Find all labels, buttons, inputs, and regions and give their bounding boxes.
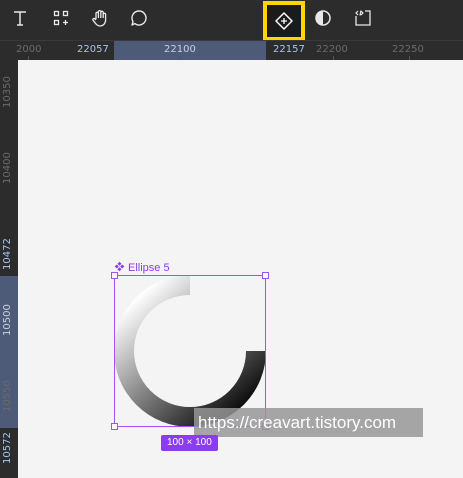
ruler-label: 22200 (316, 44, 348, 55)
horizontal-ruler: 2000 22057 22100 22157 22200 22250 (0, 40, 463, 61)
ruler-label-selection-end: 22157 (273, 44, 305, 55)
ruler-label: 10550 (2, 380, 13, 412)
text-icon (11, 9, 29, 27)
toolbar (0, 0, 463, 41)
resize-handle-bottom-left[interactable] (111, 423, 118, 430)
comment-tool-button[interactable] (123, 4, 155, 32)
dev-mode-tool-button[interactable] (347, 4, 379, 32)
vertical-ruler: 10350 10400 10472 10500 10550 10572 (0, 60, 18, 478)
component-diamond-icon (274, 11, 294, 31)
ruler-label-selection-start: 22057 (77, 44, 109, 55)
hand-icon (90, 8, 110, 28)
resize-handle-top-right[interactable] (262, 272, 269, 279)
ruler-label-selection-start: 10472 (2, 238, 13, 270)
hand-tool-button[interactable] (84, 4, 116, 32)
layer-name-text: Ellipse 5 (128, 262, 170, 274)
ruler-label: 22250 (392, 44, 424, 55)
text-tool-button[interactable] (4, 4, 36, 32)
component-tool-button[interactable] (263, 1, 305, 41)
watermark: https://creavart.tistory.com (194, 408, 423, 437)
layer-name-label[interactable]: Ellipse 5 (114, 261, 170, 275)
components-tool-button[interactable] (45, 4, 77, 32)
comment-icon (129, 8, 149, 28)
contrast-icon (314, 9, 332, 27)
ruler-label: 10400 (2, 152, 13, 184)
ruler-label: 10350 (2, 76, 13, 108)
size-badge: 100 × 100 (161, 435, 218, 451)
ruler-label: 22100 (164, 44, 196, 55)
ruler-label: 2000 (16, 44, 42, 55)
components-icon (52, 9, 70, 27)
ruler-label: 10500 (2, 304, 13, 336)
code-icon (353, 8, 373, 28)
ruler-label-selection-end: 10572 (2, 432, 13, 464)
mask-tool-button[interactable] (307, 4, 339, 32)
resize-handle-top-left[interactable] (111, 272, 118, 279)
selection-frame[interactable] (111, 272, 269, 430)
